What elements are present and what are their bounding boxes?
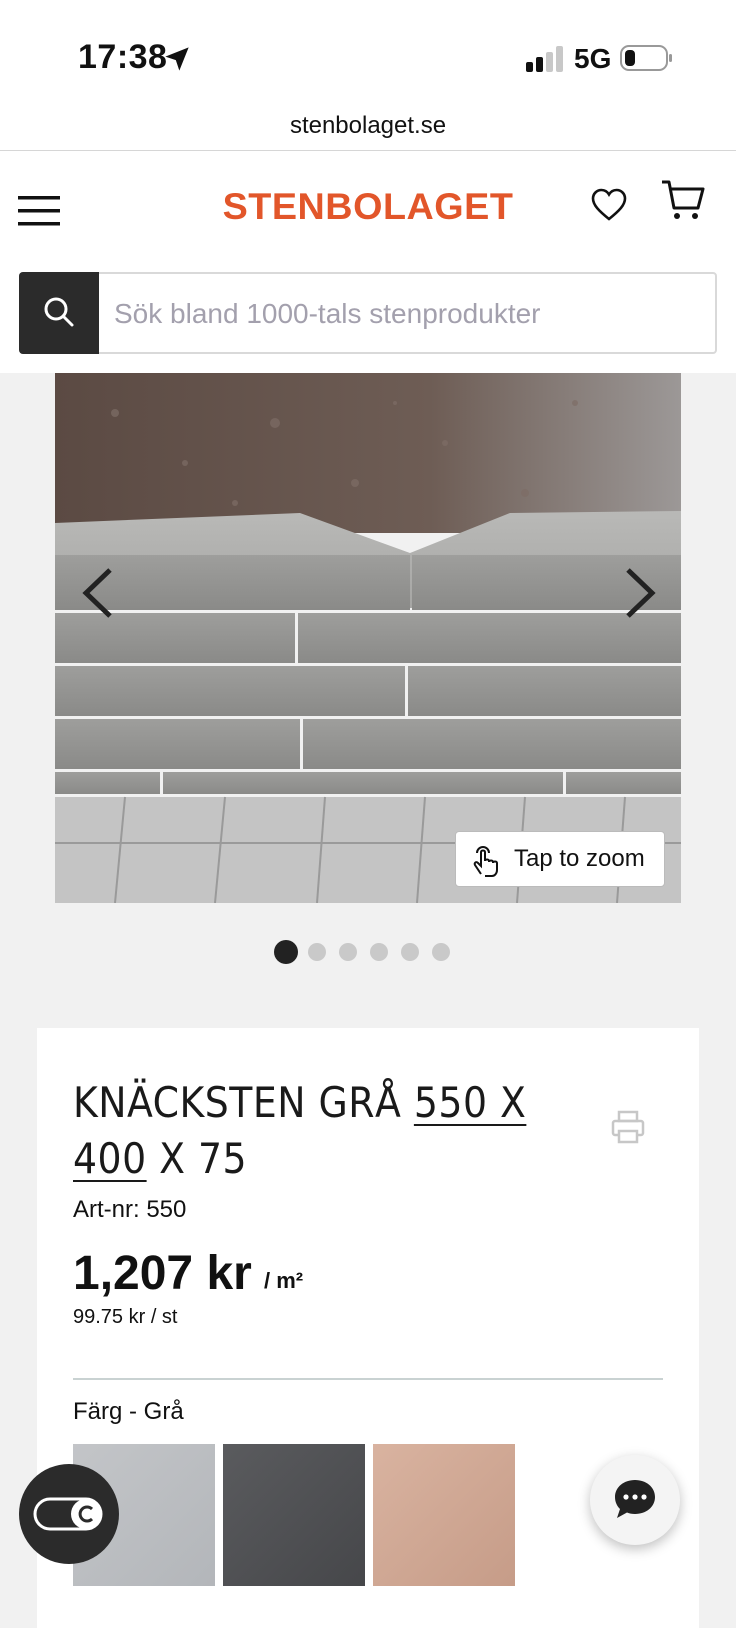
signal-icon (526, 46, 563, 72)
zoom-label: Tap to zoom (514, 845, 645, 872)
cookie-consent-button[interactable] (19, 1464, 119, 1564)
site-logo[interactable]: STENBOLAGET (222, 186, 514, 228)
heart-icon[interactable] (591, 188, 627, 222)
title-part: X 75 (146, 1134, 248, 1183)
address-bar[interactable]: stenbolaget.se (0, 104, 736, 150)
title-part: KNÄCKSTEN GRÅ (73, 1078, 414, 1127)
product-title: KNÄCKSTEN GRÅ 550 X 400 X 75 (73, 1075, 593, 1187)
price-per-piece: 99.75 kr / st (73, 1306, 178, 1328)
battery-icon (620, 45, 672, 71)
print-icon[interactable] (610, 1109, 646, 1145)
search-input[interactable] (100, 274, 726, 354)
carousel-dot-active[interactable] (274, 940, 298, 964)
location-arrow-icon (165, 47, 189, 71)
network-label: 5G (574, 43, 612, 74)
status-time: 17:38 (78, 38, 168, 76)
carousel-dot[interactable] (401, 943, 419, 961)
color-label: Färg - Grå (73, 1398, 184, 1425)
carousel-dot[interactable] (308, 943, 326, 961)
color-swatch-red[interactable] (373, 1444, 515, 1586)
article-number: Art-nr: 550 (73, 1196, 187, 1223)
color-swatch-dark[interactable] (223, 1444, 365, 1586)
tap-hand-icon (473, 846, 498, 877)
carousel-dot[interactable] (432, 943, 450, 961)
carousel-dot[interactable] (339, 943, 357, 961)
tap-to-zoom-button[interactable]: Tap to zoom (455, 831, 665, 887)
divider (73, 1378, 663, 1380)
chat-button[interactable] (590, 1455, 680, 1545)
search-button[interactable] (19, 272, 99, 354)
next-image-arrow-icon[interactable] (622, 566, 658, 620)
cart-icon[interactable] (660, 178, 706, 224)
search-icon (44, 297, 74, 327)
product-image[interactable] (55, 373, 681, 903)
toggle-icon (33, 1497, 103, 1531)
carousel-dot[interactable] (370, 943, 388, 961)
chat-bubble-icon (615, 1480, 655, 1518)
previous-image-arrow-icon[interactable] (80, 566, 116, 620)
product-price: 1,207 kr (73, 1247, 252, 1300)
price-unit: / m² (264, 1268, 304, 1293)
hamburger-menu-icon[interactable] (18, 194, 60, 228)
